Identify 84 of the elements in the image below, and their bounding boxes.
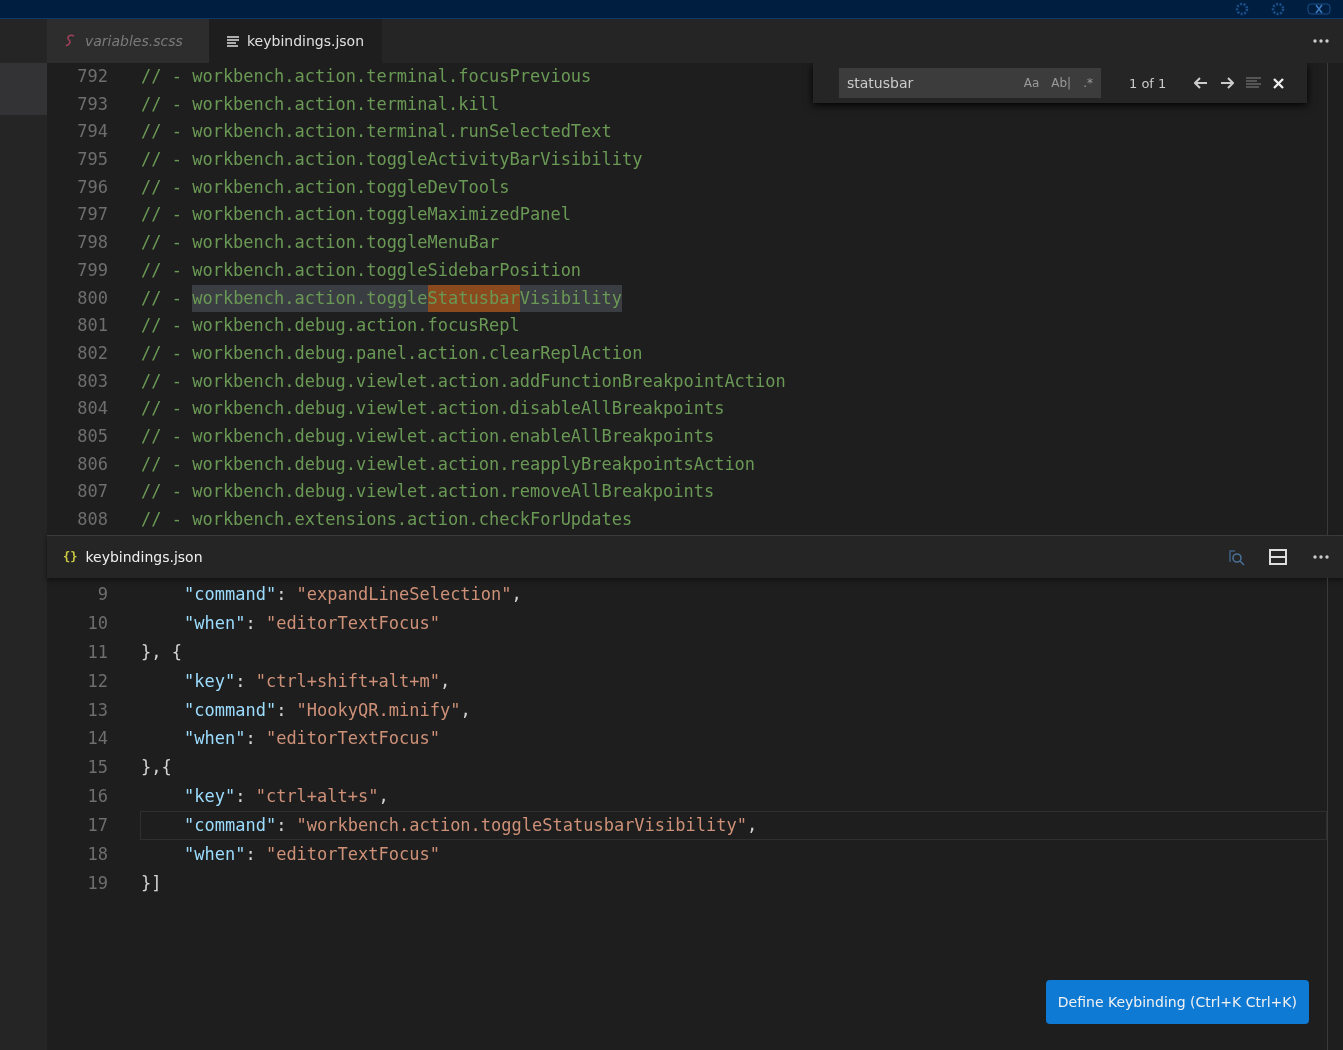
line-number: 10 bbox=[86, 611, 109, 635]
line-number: 17 bbox=[86, 814, 109, 838]
code-line: }] bbox=[140, 871, 163, 895]
braces-icon: {} bbox=[63, 550, 78, 564]
split-button[interactable] bbox=[1267, 547, 1289, 567]
line-number: 794 bbox=[76, 120, 109, 144]
line-number: 16 bbox=[86, 785, 109, 809]
code-line: // - workbench.action.toggleDevTools bbox=[140, 175, 511, 199]
find-field[interactable]: statusbar Aa Ab| .* bbox=[839, 68, 1101, 98]
line-number: 15 bbox=[86, 756, 109, 780]
code-line: // - workbench.debug.action.focusRepl bbox=[140, 314, 521, 338]
code-line: // - workbench.action.terminal.kill bbox=[140, 92, 501, 116]
split-icon bbox=[1269, 549, 1287, 565]
code-line: // - workbench.extensions.action.checkForUpdates bbox=[140, 508, 634, 531]
line-number: 808 bbox=[76, 508, 109, 531]
code-line: "command": "expandLineSelection", bbox=[183, 583, 523, 606]
line-number: 804 bbox=[76, 397, 109, 421]
line-number: 12 bbox=[86, 669, 109, 693]
code-line: // - workbench.debug.viewlet.action.reapplyBreakpointsAction bbox=[140, 452, 757, 476]
line-number: 796 bbox=[76, 175, 109, 199]
find-in-selection-button[interactable] bbox=[1244, 75, 1264, 91]
code-line: // - workbench.debug.viewlet.action.addFunctionBreakpointAction bbox=[140, 369, 787, 393]
ellipsis-icon bbox=[1313, 39, 1329, 43]
line-number: 14 bbox=[86, 727, 109, 751]
code-line: }, { bbox=[140, 640, 183, 664]
close-button[interactable] bbox=[1271, 75, 1287, 91]
define-keybinding-button[interactable]: Define Keybinding (Ctrl+K Ctrl+K) bbox=[1045, 980, 1309, 1024]
search-icon bbox=[1227, 548, 1245, 566]
line-number: 807 bbox=[76, 480, 109, 504]
code-line: // - workbench.action.toggleActivityBarVisibility bbox=[140, 148, 644, 172]
panel-title: keybindings.json bbox=[85, 549, 203, 565]
sass-icon bbox=[65, 34, 77, 48]
lines-icon bbox=[1246, 77, 1262, 89]
code-line: "when": "editorTextFocus" bbox=[183, 611, 441, 635]
code-line: // - workbench.debug.viewlet.action.removeAllBreakpoints bbox=[140, 480, 716, 504]
code-line: // - workbench.debug.viewlet.action.disableAllBreakpoints bbox=[140, 397, 726, 421]
code-line: "command": "HookyQR.minify", bbox=[183, 698, 472, 722]
next-match-button[interactable] bbox=[1218, 75, 1237, 91]
code-line: // - workbench.action.toggleStatusbarVisibility bbox=[140, 284, 624, 313]
line-number: 11 bbox=[86, 640, 109, 664]
editor-tab[interactable]: keybindings.json bbox=[209, 19, 383, 63]
code-line: // - workbench.action.toggleMenuBar bbox=[140, 231, 501, 255]
code-line: },{ bbox=[140, 756, 173, 780]
close-icon[interactable] bbox=[1307, 3, 1331, 15]
editor-tab[interactable]: variables.scss bbox=[47, 19, 209, 63]
code-line: // - workbench.action.terminal.focusPrevious bbox=[140, 65, 593, 88]
line-number: 795 bbox=[76, 148, 109, 172]
find-option[interactable]: .* bbox=[1081, 76, 1095, 90]
tab-label: variables.scss bbox=[85, 33, 183, 49]
line-number: 792 bbox=[76, 65, 109, 88]
code-line: // - workbench.action.terminal.runSelectedText bbox=[140, 120, 613, 144]
find-option[interactable]: Aa bbox=[1021, 76, 1042, 90]
gear-icon[interactable] bbox=[1271, 2, 1285, 16]
line-number: 800 bbox=[76, 286, 109, 310]
left-arrow-icon bbox=[1194, 77, 1209, 89]
line-number: 18 bbox=[86, 843, 109, 866]
match-count: 1 of 1 bbox=[1129, 75, 1167, 91]
code-line: "when": "editorTextFocus" bbox=[183, 727, 441, 751]
line-number: 799 bbox=[76, 258, 109, 282]
line-number: 798 bbox=[76, 231, 109, 255]
code-line: // - workbench.debug.panel.action.clearReplAction bbox=[140, 341, 644, 365]
find-option[interactable]: Ab| bbox=[1049, 76, 1074, 90]
line-number: 13 bbox=[86, 698, 109, 722]
close-icon bbox=[1273, 77, 1285, 89]
code-line: // - workbench.debug.viewlet.action.enableAllBreakpoints bbox=[140, 424, 716, 448]
line-number: 793 bbox=[76, 92, 109, 116]
tab-label: keybindings.json bbox=[247, 33, 365, 49]
line-number: 801 bbox=[76, 314, 109, 338]
line-number: 805 bbox=[76, 424, 109, 448]
line-number: 19 bbox=[86, 871, 109, 895]
right-arrow-icon bbox=[1220, 77, 1235, 89]
gear-icon[interactable] bbox=[1235, 2, 1249, 16]
code-line: "when": "editorTextFocus" bbox=[183, 843, 441, 866]
code-line: // - workbench.action.toggleMaximizedPanel bbox=[140, 203, 572, 227]
ellipsis-icon bbox=[1313, 555, 1329, 559]
line-number: 803 bbox=[76, 369, 109, 393]
line-number: 802 bbox=[76, 341, 109, 365]
line-number: 9 bbox=[96, 583, 109, 606]
line-number: 806 bbox=[76, 452, 109, 476]
code-line: // - workbench.action.toggleSidebarPosition bbox=[140, 258, 583, 282]
code-line: "key": "ctrl+alt+s", bbox=[183, 785, 390, 809]
line-number: 797 bbox=[76, 203, 109, 227]
lines-icon bbox=[227, 35, 239, 47]
code-line: "key": "ctrl+shift+alt+m", bbox=[183, 669, 452, 693]
